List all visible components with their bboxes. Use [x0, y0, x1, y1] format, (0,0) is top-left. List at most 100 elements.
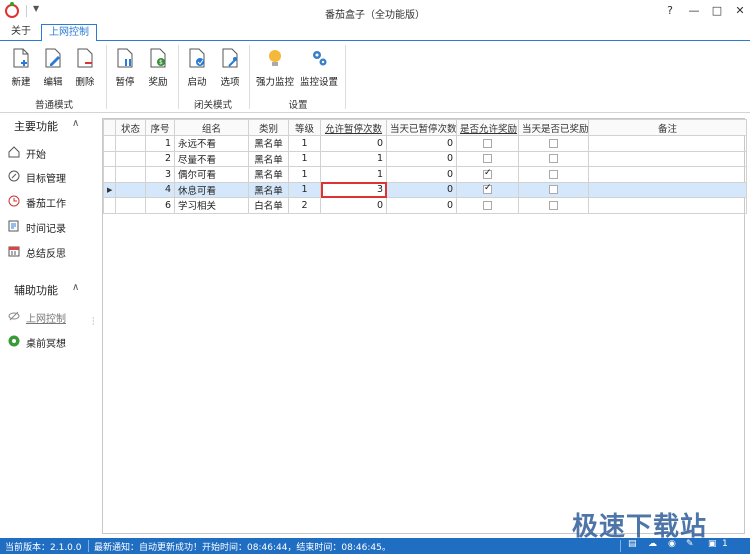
rewarded-today-cell[interactable]	[518, 166, 589, 183]
rewarded-today-cell[interactable]	[518, 197, 589, 214]
level-cell[interactable]: 2	[288, 197, 321, 214]
tab-internet-control[interactable]: 上网控制	[41, 24, 97, 42]
note-cell[interactable]	[588, 197, 747, 214]
help-button[interactable]: ?	[660, 3, 680, 19]
table-row[interactable]: 2 尽量不看 黑名单 1 1 0	[103, 150, 747, 167]
rewarded-today-checkbox[interactable]	[549, 169, 558, 179]
status-cell[interactable]	[115, 135, 146, 152]
strong-monitor-button[interactable]: 强力监控	[256, 44, 294, 88]
sidebar-item-meditation[interactable]: 桌前冥想	[8, 333, 92, 351]
note-cell[interactable]	[588, 135, 747, 152]
sidebar-item-time-record[interactable]: 时间记录	[8, 218, 92, 236]
row-indicator[interactable]	[103, 197, 116, 214]
table-row[interactable]: 1 永远不看 黑名单 1 0 0	[103, 135, 747, 152]
allow-reward-cell[interactable]	[456, 197, 519, 214]
monitor-settings-button[interactable]: 监控设置	[300, 44, 338, 88]
note-cell[interactable]	[588, 166, 747, 183]
group-name-cell[interactable]: 永远不看	[174, 135, 249, 152]
status-cell[interactable]	[115, 166, 146, 183]
level-cell[interactable]: 1	[288, 181, 321, 198]
options-button[interactable]: 选项	[213, 44, 247, 88]
row-indicator[interactable]	[103, 150, 116, 167]
rewarded-today-cell[interactable]	[518, 135, 589, 152]
column-header[interactable]: 是否允许奖励	[456, 119, 519, 136]
table-row[interactable]: ▶ 4 休息可看 黑名单 1 3 0	[103, 181, 747, 198]
paused-today-cell[interactable]: 0	[386, 135, 457, 152]
type-cell[interactable]: 黑名单	[248, 150, 289, 167]
sidebar-item-summary[interactable]: 总结反思	[8, 243, 92, 261]
column-header[interactable]: 允许暂停次数	[320, 119, 387, 136]
paused-today-cell[interactable]: 0	[386, 150, 457, 167]
allow-reward-checkbox[interactable]	[483, 168, 492, 179]
status-cell[interactable]	[115, 197, 146, 214]
column-header[interactable]: 备注	[588, 119, 747, 136]
column-header[interactable]: 序号	[145, 119, 175, 136]
seq-cell[interactable]: 2	[145, 150, 175, 167]
rewarded-today-checkbox[interactable]	[549, 154, 558, 164]
allowed-pause-cell[interactable]: 0	[320, 197, 387, 214]
sidebar-item-tomato-work[interactable]: 番茄工作	[8, 193, 92, 211]
close-button[interactable]: ✕	[730, 3, 750, 19]
level-cell[interactable]: 1	[288, 135, 321, 152]
paused-today-cell[interactable]: 0	[386, 181, 457, 198]
column-header[interactable]: 状态	[115, 119, 146, 136]
allow-reward-cell[interactable]	[456, 135, 519, 152]
rewarded-today-checkbox[interactable]	[549, 138, 558, 148]
type-cell[interactable]: 黑名单	[248, 181, 289, 198]
column-header[interactable]: 组名	[174, 119, 249, 136]
table-row[interactable]: 6 学习相关 白名单 2 0 0	[103, 197, 747, 214]
type-cell[interactable]: 黑名单	[248, 166, 289, 183]
note-cell[interactable]	[588, 181, 747, 198]
collapse-main-icon[interactable]: ∧	[72, 118, 79, 129]
rewarded-today-checkbox[interactable]	[549, 200, 558, 210]
tab-about[interactable]: 关于	[6, 24, 36, 41]
seq-cell[interactable]: 6	[145, 197, 175, 214]
status-cell[interactable]	[115, 150, 146, 167]
level-cell[interactable]: 1	[288, 150, 321, 167]
seq-cell[interactable]: 3	[145, 166, 175, 183]
group-name-cell[interactable]: 尽量不看	[174, 150, 249, 167]
allowed-pause-cell[interactable]: 1	[320, 150, 387, 167]
minimize-button[interactable]: —	[684, 3, 704, 19]
group-name-cell[interactable]: 休息可看	[174, 181, 249, 198]
row-indicator[interactable]	[103, 135, 116, 152]
type-cell[interactable]: 白名单	[248, 197, 289, 214]
allow-reward-cell[interactable]	[456, 166, 519, 183]
paused-today-cell[interactable]: 0	[386, 197, 457, 214]
sidebar-item-start[interactable]: 开始	[8, 144, 92, 162]
rewarded-today-cell[interactable]	[518, 181, 589, 198]
group-name-cell[interactable]: 学习相关	[174, 197, 249, 214]
status-cell[interactable]	[115, 181, 146, 198]
allow-reward-checkbox[interactable]	[483, 200, 492, 210]
type-cell[interactable]: 黑名单	[248, 135, 289, 152]
rewarded-today-cell[interactable]	[518, 150, 589, 167]
seq-cell[interactable]: 4	[145, 181, 175, 198]
row-indicator[interactable]	[103, 166, 116, 183]
allow-reward-checkbox[interactable]	[483, 138, 492, 148]
allow-reward-cell[interactable]	[456, 150, 519, 167]
reward-button[interactable]: $ 奖励	[141, 44, 175, 88]
sidebar-resize-grip-icon[interactable]: · · ·	[92, 315, 95, 329]
allowed-pause-cell[interactable]: 3	[320, 181, 387, 198]
sidebar-item-internet-control[interactable]: 上网控制	[8, 308, 92, 326]
allowed-pause-cell[interactable]: 0	[320, 135, 387, 152]
group-name-cell[interactable]: 偶尔可看	[174, 166, 249, 183]
collapse-aux-icon[interactable]: ∧	[72, 282, 79, 293]
seq-cell[interactable]: 1	[145, 135, 175, 152]
lock-icon[interactable]: ▣	[708, 539, 717, 549]
note-cell[interactable]	[588, 150, 747, 167]
allow-reward-cell[interactable]	[456, 181, 519, 198]
level-cell[interactable]: 1	[288, 166, 321, 183]
maximize-button[interactable]: □	[707, 3, 727, 19]
column-header[interactable]: 类别	[248, 119, 289, 136]
delete-button[interactable]: 删除	[68, 44, 102, 88]
allowed-pause-cell[interactable]: 1	[320, 166, 387, 183]
column-header[interactable]: 当天已暂停次数	[386, 119, 457, 136]
column-header[interactable]: 等级	[288, 119, 321, 136]
allow-reward-checkbox[interactable]	[483, 154, 492, 164]
column-header[interactable]: 当天是否已奖励	[518, 119, 589, 136]
table-row[interactable]: 3 偶尔可看 黑名单 1 1 0	[103, 166, 747, 183]
rewarded-today-checkbox[interactable]	[549, 185, 558, 195]
paused-today-cell[interactable]: 0	[386, 166, 457, 183]
allow-reward-checkbox[interactable]	[483, 183, 492, 195]
